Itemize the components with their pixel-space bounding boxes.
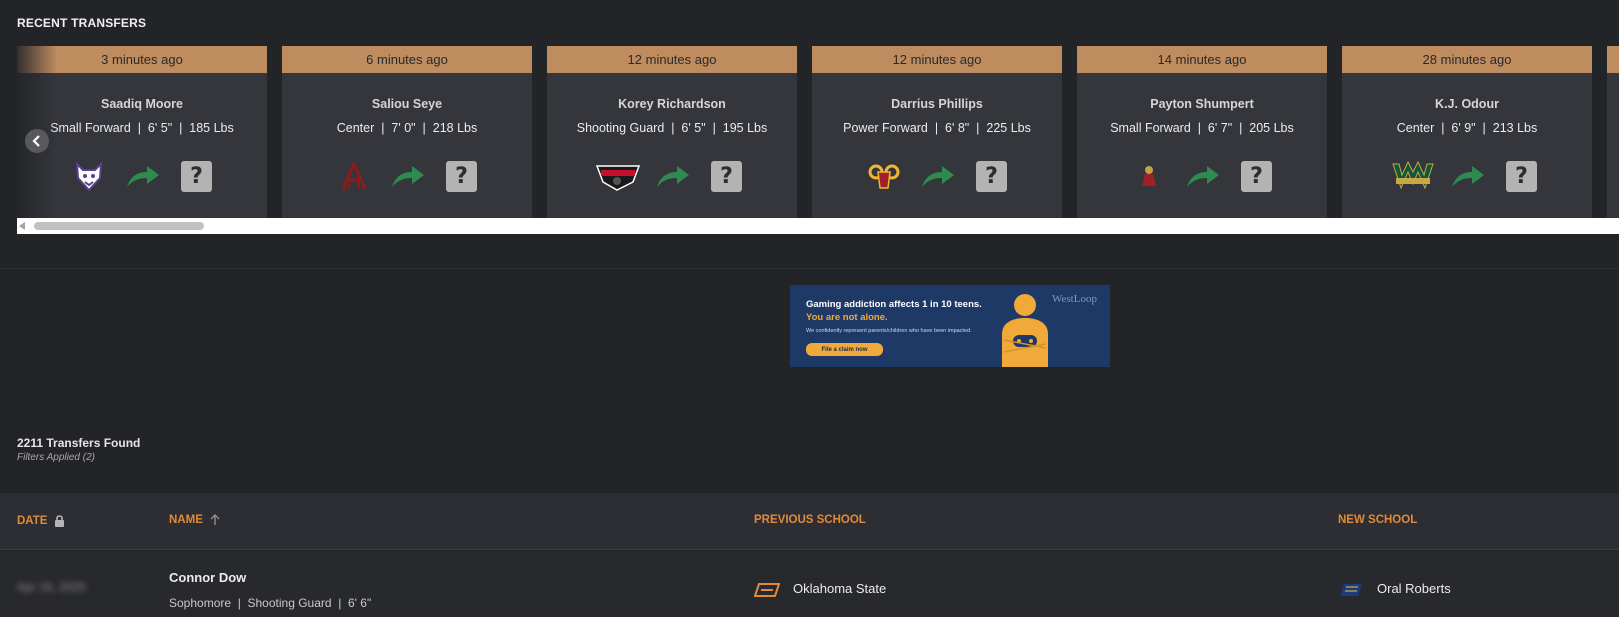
row-player-name[interactable]: Connor Dow [169, 570, 246, 585]
card-player-name: Payton Shumpert [1150, 97, 1254, 111]
lock-icon [55, 515, 65, 527]
column-name-label: NAME [169, 514, 203, 526]
unknown-school-icon: ? [1506, 161, 1537, 192]
card-player-meta: Center | 6' 9" | 213 Lbs [1396, 121, 1538, 135]
card-time: 12 minutes ago [547, 46, 797, 73]
gamer-figure-icon [996, 290, 1054, 367]
wildcat-logo-icon [72, 159, 106, 193]
card-player-meta: Shooting Guard | 6' 5" | 195 Lbs [576, 121, 768, 135]
column-previous-school[interactable]: PREVIOUS SCHOOL [754, 514, 866, 526]
unknown-school-icon: ? [711, 161, 742, 192]
transfer-card[interactable]: 12 minutes ago Korey Richardson Shooting… [547, 46, 797, 218]
carousel-prev-button[interactable] [25, 129, 49, 153]
results-count: 2211 Transfers Found [17, 436, 141, 450]
card-player-meta: Power Forward | 6' 8" | 225 Lbs [843, 121, 1031, 135]
ad-body: We confidently represent parents/childre… [806, 328, 972, 334]
column-previous-label: PREVIOUS SCHOOL [754, 514, 866, 526]
unknown-school-icon: ? [446, 161, 477, 192]
card-time: 28 minutes ago [1342, 46, 1592, 73]
divider [0, 268, 1619, 269]
card-player-meta: Center | 7' 0" | 218 Lbs [336, 121, 478, 135]
card-player-name: Korey Richardson [618, 97, 726, 111]
ad-subheadline: You are not alone. [806, 312, 888, 323]
sort-arrow-up-icon [210, 514, 220, 525]
ad-cta-button[interactable]: File a claim now [806, 343, 883, 356]
unknown-school-icon: ? [181, 161, 212, 192]
card-time-clipped [1607, 46, 1619, 73]
card-player-name: Darrius Phillips [891, 97, 983, 111]
panthers-logo-icon [595, 159, 641, 193]
column-new-label: NEW SCHOOL [1338, 514, 1418, 526]
transfer-arrow-icon [655, 163, 691, 189]
card-time: 14 minutes ago [1077, 46, 1327, 73]
recent-transfers-carousel[interactable]: 3 minutes ago Saadiq Moore Small Forward… [17, 46, 1619, 218]
section-title: RECENT TRANSFERS [17, 16, 147, 30]
scroll-left-arrow-icon[interactable] [19, 222, 25, 230]
column-date-label: DATE [17, 514, 48, 527]
card-time: 12 minutes ago [812, 46, 1062, 73]
osu-logo-icon [753, 582, 781, 603]
transfer-arrow-icon [390, 163, 426, 189]
card-player-name: Saadiq Moore [101, 97, 183, 111]
card-player-name: Saliou Seye [371, 97, 443, 111]
ram-logo-icon [867, 159, 901, 193]
oru-logo-icon [1338, 582, 1364, 603]
card-player-name: K.J. Odour [1435, 97, 1499, 111]
filters-applied[interactable]: Filters Applied (2) [17, 452, 95, 463]
card-time: 3 minutes ago [17, 46, 267, 73]
unknown-school-icon: ? [976, 161, 1007, 192]
transfer-card[interactable] [1607, 46, 1619, 218]
transfer-card[interactable]: 28 minutes ago K.J. Odour Center | 6' 9"… [1342, 46, 1592, 218]
row-previous-school: Oklahoma State [793, 581, 887, 596]
row-new-school: Oral Roberts [1377, 581, 1451, 596]
card-time: 6 minutes ago [282, 46, 532, 73]
table-row[interactable]: Apr 16, 2025 Connor Dow Sophomore | Shoo… [0, 551, 1619, 617]
row-date: Apr 16, 2025 [17, 580, 86, 594]
transfer-card[interactable]: 14 minutes ago Payton Shumpert Small For… [1077, 46, 1327, 218]
transfer-card[interactable]: 12 minutes ago Darrius Phillips Power Fo… [812, 46, 1062, 218]
transfer-arrow-icon [920, 163, 956, 189]
transfer-card[interactable]: 6 minutes ago Saliou Seye Center | 7' 0"… [282, 46, 532, 218]
transfer-card[interactable]: 3 minutes ago Saadiq Moore Small Forward… [17, 46, 267, 218]
column-new-school[interactable]: NEW SCHOOL [1338, 514, 1417, 526]
transfer-arrow-icon [125, 163, 161, 189]
alabama-am-logo-icon [337, 159, 371, 193]
row-player-meta: Sophomore | Shooting Guard | 6' 6" [169, 596, 372, 610]
scroll-thumb[interactable] [34, 222, 204, 230]
wayne-state-logo-icon [1390, 159, 1436, 193]
chevron-left-icon [32, 135, 40, 147]
advertisement-banner[interactable]: Gaming addiction affects 1 in 10 teens. … [790, 285, 1110, 367]
transfer-arrow-icon [1450, 163, 1486, 189]
ad-headline: Gaming addiction affects 1 in 10 teens. [806, 299, 982, 310]
table-header: DATE NAME PREVIOUS SCHOOL NEW SCHOOL [0, 493, 1619, 550]
column-date[interactable]: DATE [17, 514, 65, 527]
card-player-meta: Small Forward | 6' 5" | 185 Lbs [50, 121, 234, 135]
carousel-scrollbar[interactable] [17, 218, 1619, 234]
card-player-meta: Small Forward | 6' 7" | 205 Lbs [1110, 121, 1294, 135]
mascot-logo-icon [1132, 159, 1166, 193]
column-name[interactable]: NAME [169, 514, 220, 526]
transfer-arrow-icon [1185, 163, 1221, 189]
unknown-school-icon: ? [1241, 161, 1272, 192]
ad-brand: WestLoop [1052, 293, 1097, 305]
